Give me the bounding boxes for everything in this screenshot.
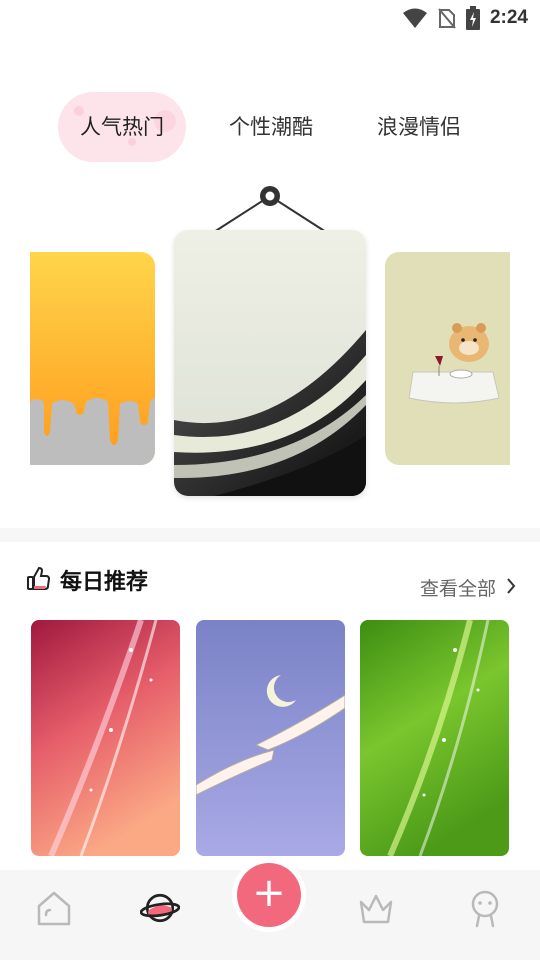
view-all-link[interactable]: 查看全部	[420, 574, 496, 601]
add-icon: +	[252, 870, 286, 916]
carousel-card-right[interactable]	[385, 252, 510, 465]
daily-recommend-list	[31, 620, 511, 856]
section-title: 每日推荐	[60, 570, 149, 595]
daily-section-header: 每日推荐 查看全部	[26, 560, 516, 600]
carousel-card-left[interactable]	[30, 252, 155, 465]
profile-icon[interactable]	[465, 888, 505, 928]
pink-sparkle-wallpaper	[31, 620, 180, 856]
recommend-item-2[interactable]	[196, 620, 345, 856]
hanger-icon	[213, 186, 327, 233]
add-button[interactable]: +	[237, 863, 301, 927]
section-divider	[0, 528, 540, 542]
home-icon[interactable]	[34, 888, 74, 928]
carousel-card-center[interactable]	[174, 230, 366, 496]
tab-popular[interactable]: 人气热门	[58, 92, 186, 162]
thumbs-up-icon	[27, 566, 51, 590]
tab-cool[interactable]: 个性潮酷	[206, 92, 336, 162]
hamster-dining-wallpaper	[385, 252, 510, 465]
status-time: 2:24	[489, 7, 528, 28]
moon-hands-wallpaper	[196, 620, 345, 856]
no-sim-icon	[438, 8, 456, 29]
status-bar: 2:24	[0, 0, 540, 36]
battery-charging-icon	[465, 6, 480, 30]
white-black-curves-wallpaper	[174, 230, 366, 496]
recommend-item-1[interactable]	[31, 620, 180, 856]
orange-paint-drip-wallpaper	[30, 252, 155, 465]
wifi-icon	[402, 8, 427, 28]
recommend-item-3[interactable]	[360, 620, 509, 856]
tab-romantic[interactable]: 浪漫情侣	[354, 92, 484, 162]
wallpaper-carousel	[0, 180, 540, 510]
planet-icon[interactable]	[140, 888, 180, 928]
chevron-right-icon[interactable]	[506, 578, 516, 594]
green-sparkle-wallpaper	[360, 620, 509, 856]
category-tabs: 人气热门 个性潮酷 浪漫情侣	[56, 92, 496, 164]
crown-icon[interactable]	[356, 888, 396, 928]
